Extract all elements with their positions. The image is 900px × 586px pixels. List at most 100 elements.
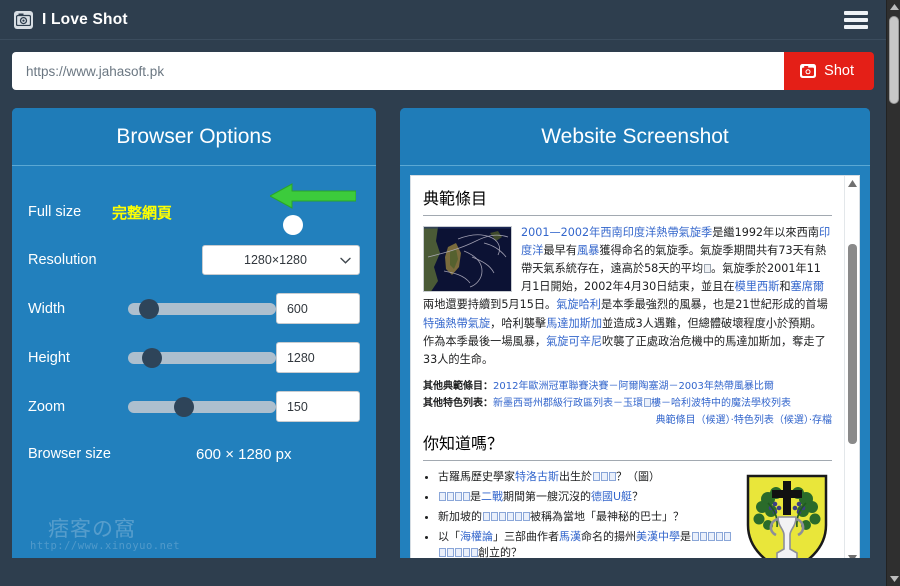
wiki-content: 典範條目 2001—2002年西南印度洋熱帶氣旋季是繼1992年以來西南印度洋最…	[411, 176, 844, 558]
camera-icon	[800, 64, 817, 78]
shot-button-label: Shot	[824, 63, 854, 79]
dyk-text: 創立的？	[478, 546, 522, 558]
browser-options-body: Full size 完整網頁 Resolution 1280×1280 Widt…	[12, 166, 376, 558]
missing-glyph-box	[506, 511, 514, 521]
toggle-knob	[283, 215, 303, 235]
app-title: I Love Shot	[42, 10, 128, 28]
wiki-footer-links[interactable]: 典範條目（候選）·特色列表（候選）·存檔	[423, 412, 832, 429]
dyk-text: 」三部曲作者	[493, 529, 559, 543]
wiki-text: 是本季最強烈的風暴，也是21世紀形成的首場	[601, 298, 828, 312]
other-featured-row: 其他典範條目：2012年歐洲冠軍聯賽決賽－阿爾陶塞湖－2003年熱帶風暴比爾	[423, 378, 832, 395]
website-screenshot-title: Website Screenshot	[541, 124, 729, 148]
zoom-label: Zoom	[28, 398, 66, 415]
hamburger-menu-icon[interactable]	[842, 9, 870, 31]
scroll-down-arrow-icon[interactable]	[845, 551, 859, 558]
screenshot-inner-scrollbar[interactable]	[844, 176, 859, 558]
wiki-heading-featured: 典範條目	[423, 186, 832, 216]
zoom-slider-thumb[interactable]	[174, 396, 195, 417]
shot-button[interactable]: Shot	[784, 52, 874, 90]
browser-options-title: Browser Options	[116, 124, 272, 148]
hamburger-bar	[844, 11, 868, 15]
inner-scrollbar-thumb[interactable]	[848, 244, 857, 444]
screenshot-preview-frame: 典範條目 2001—2002年西南印度洋熱帶氣旋季是繼1992年以來西南印度洋最…	[410, 175, 860, 558]
wiki-link[interactable]: 海權論	[460, 530, 493, 543]
resolution-selected-value: 1280×1280	[244, 253, 307, 267]
page-scrollbar-thumb[interactable]	[889, 16, 899, 104]
website-screenshot-panel: Website Screenshot 典範條目 2001—2002年西南印度洋熱…	[400, 108, 870, 558]
wiki-text: 兩地還要持續到5月15日。	[423, 298, 557, 312]
other-list-label: 其他特色列表：	[423, 398, 493, 410]
zoom-value-field[interactable]: 150	[275, 391, 360, 422]
wiki-link[interactable]: 特強熱帶氣旋	[423, 317, 490, 330]
brand: I Love Shot	[14, 10, 128, 29]
camera-icon	[14, 10, 33, 29]
missing-glyph-box	[454, 548, 462, 558]
browser-size-label: Browser size	[28, 446, 111, 462]
missing-glyph-box	[643, 398, 651, 408]
scroll-up-arrow-icon[interactable]	[845, 176, 859, 191]
dyk-text: ？（圖）	[616, 469, 660, 483]
resolution-select[interactable]: 1280×1280	[202, 245, 360, 275]
other-featured-label: 其他典範條目：	[423, 381, 493, 393]
watermark-url: http://www.xinoyuo.net	[30, 540, 181, 552]
chevron-down-icon	[340, 257, 351, 264]
wiki-link[interactable]: 氣旋可辛尼	[546, 335, 602, 348]
dyk-text: 古羅馬歷史學家	[438, 469, 515, 483]
zoom-slider[interactable]	[128, 396, 276, 417]
missing-glyph-box	[592, 471, 600, 481]
scroll-up-arrow-icon[interactable]	[887, 0, 900, 14]
missing-glyph-box	[446, 548, 454, 558]
page-scrollbar[interactable]	[886, 0, 900, 586]
height-slider-thumb[interactable]	[141, 347, 162, 368]
dyk-text: 是	[680, 529, 691, 543]
missing-glyph-box	[514, 511, 522, 521]
hamburger-bar	[844, 25, 868, 29]
missing-glyph-box	[446, 491, 454, 501]
dyk-text: 出生於	[559, 469, 592, 483]
wiki-link[interactable]: 馬漢	[559, 530, 581, 543]
url-input[interactable]	[12, 52, 785, 90]
browser-options-panel: Browser Options Full size 完整網頁 Resolutio…	[12, 108, 376, 558]
missing-glyph-box	[522, 511, 530, 521]
dyk-text: 期間第一艘沉沒的	[503, 489, 591, 503]
green-arrow-icon	[270, 183, 356, 209]
other-featured-links[interactable]: 2012年歐洲冠軍聯賽決賽－阿爾陶塞湖－2003年熱帶風暴比爾	[493, 381, 774, 392]
wiki-link[interactable]: 德國U艇	[591, 490, 632, 503]
wiki-link[interactable]: 風暴	[577, 244, 599, 257]
wiki-link[interactable]: 模里西斯	[735, 280, 780, 293]
dyk-text: ？	[632, 489, 644, 503]
wiki-link[interactable]: 塞席爾	[791, 280, 825, 293]
dyk-text: 以「	[438, 529, 460, 543]
wiki-text: 最早有	[543, 244, 577, 258]
dyk-text: 是	[470, 489, 481, 503]
height-slider[interactable]	[128, 347, 276, 368]
missing-glyph-box	[462, 491, 470, 501]
missing-glyph-box	[707, 531, 715, 541]
wiki-link[interactable]: 二戰	[481, 490, 503, 503]
width-slider[interactable]	[128, 298, 276, 319]
wiki-text: ，哈利襲擊	[490, 316, 547, 330]
width-slider-thumb[interactable]	[138, 298, 159, 319]
missing-glyph-box	[715, 531, 723, 541]
width-value-field[interactable]: 600	[275, 293, 360, 324]
missing-glyph-box	[490, 511, 498, 521]
other-list-links[interactable]: 新墨西哥州郡級行政區列表－玉環	[493, 398, 643, 409]
wiki-link[interactable]: 氣旋哈利	[556, 298, 601, 311]
watermark-cjk: 痞客の窩	[48, 516, 136, 541]
dyk-text: 被稱為當地「最神秘的巴士」？	[530, 509, 684, 523]
wiki-link[interactable]: 馬達加斯加	[546, 317, 602, 330]
other-list-links-b[interactable]: 樓－哈利波特中的魔法學校列表	[651, 398, 791, 409]
south-west-indian-ocean-cyclone-tracks-map	[423, 225, 512, 292]
missing-glyph-box	[699, 531, 707, 541]
resolution-label: Resolution	[28, 252, 97, 268]
missing-glyph-box	[438, 491, 446, 501]
wiki-heading-dyk: 你知道嗎？	[423, 431, 832, 461]
wiki-link[interactable]: 美漢中學	[636, 530, 680, 543]
scroll-down-arrow-icon[interactable]	[887, 572, 900, 586]
url-bar: Shot	[0, 40, 886, 102]
height-row: Height 1280	[28, 333, 360, 382]
height-value-field[interactable]: 1280	[275, 342, 360, 373]
wiki-link[interactable]: 特洛古斯	[515, 470, 559, 483]
wiki-text: 和	[779, 280, 791, 294]
wiki-link[interactable]: 2001—2002年西南印度洋熱帶氣旋季	[521, 226, 712, 239]
